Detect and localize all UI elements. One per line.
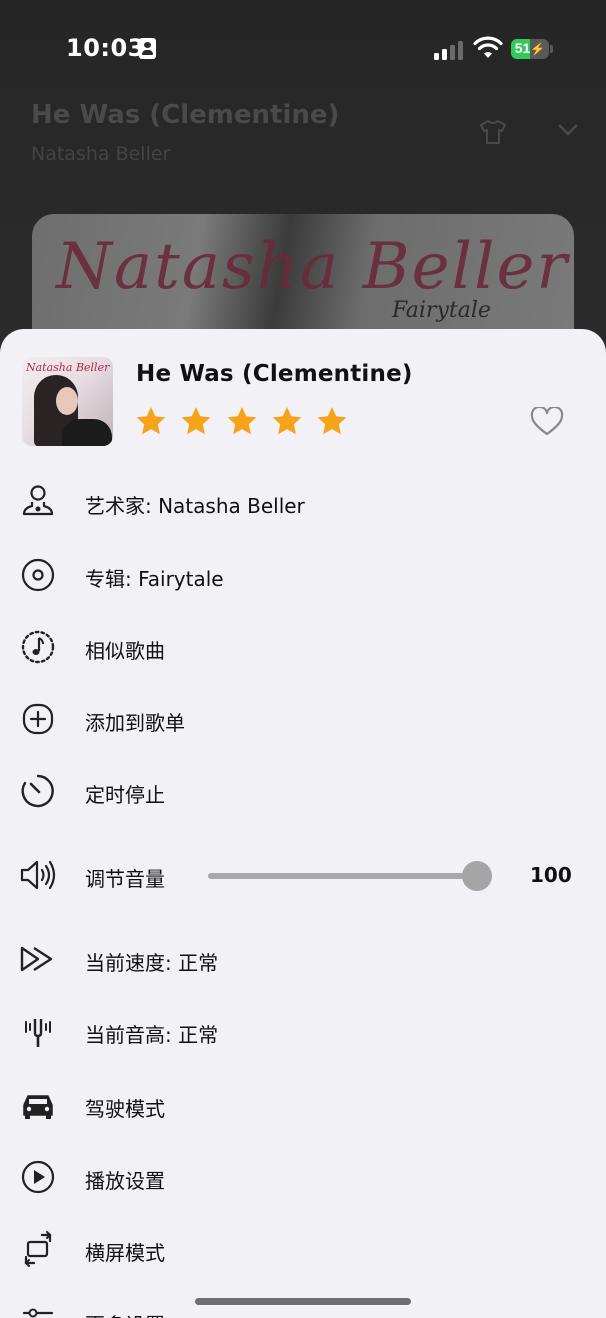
battery-icon: 51⚡ <box>511 39 549 59</box>
add-circle-icon <box>22 703 54 735</box>
driving-mode-row[interactable]: 驾驶模式 <box>0 1075 606 1135</box>
pitch-label: 当前音高: 正常 <box>85 1023 219 1047</box>
status-bar: 10:03 51⚡ <box>0 0 606 96</box>
star-icon[interactable] <box>316 405 348 437</box>
battery-percent: 51 <box>514 40 531 56</box>
rotate-screen-icon <box>24 1231 52 1267</box>
chevron-down-icon <box>558 124 578 136</box>
playback-settings-row[interactable]: 播放设置 <box>0 1147 606 1207</box>
playback-settings-label: 播放设置 <box>85 1169 165 1193</box>
artwork-script-text: Natasha Beller <box>56 230 569 304</box>
song-options-sheet: Natasha Beller He Was (Clementine) 艺术家: … <box>0 329 606 1318</box>
add-to-playlist-row[interactable]: 添加到歌单 <box>0 689 606 749</box>
speed-label: 当前速度: 正常 <box>85 951 219 975</box>
rating-stars[interactable] <box>135 405 361 437</box>
player-artist: Natasha Beller <box>31 143 171 165</box>
volume-row: 调节音量 100 <box>0 845 606 905</box>
tuning-fork-icon <box>25 1019 51 1047</box>
artwork-subtitle: Fairytale <box>392 298 491 323</box>
pitch-row[interactable]: 当前音高: 正常 <box>0 1001 606 1061</box>
speed-row[interactable]: 当前速度: 正常 <box>0 929 606 989</box>
battery-cap <box>550 45 553 53</box>
landscape-mode-row[interactable]: 横屏模式 <box>0 1219 606 1279</box>
music-note-circle-icon <box>21 630 55 664</box>
volume-slider-knob[interactable] <box>461 861 492 891</box>
artist-icon <box>22 485 54 516</box>
add-to-playlist-label: 添加到歌单 <box>85 711 185 735</box>
volume-label: 调节音量 <box>85 867 165 891</box>
car-icon <box>23 1095 53 1119</box>
album-disc-icon <box>21 558 55 592</box>
song-cover-thumbnail: Natasha Beller <box>22 357 113 446</box>
artist-label: 艺术家: Natasha Beller <box>85 494 305 518</box>
heart-icon[interactable] <box>530 407 564 437</box>
landscape-mode-label: 横屏模式 <box>85 1241 165 1265</box>
similar-songs-row[interactable]: 相似歌曲 <box>0 617 606 677</box>
album-row[interactable]: 专辑: Fairytale <box>0 545 606 605</box>
volume-slider-track[interactable] <box>208 873 486 879</box>
sheet-header: Natasha Beller He Was (Clementine) <box>0 329 606 464</box>
artist-row[interactable]: 艺术家: Natasha Beller <box>0 472 606 532</box>
sleep-timer-label: 定时停止 <box>85 783 165 807</box>
timer-icon <box>21 774 54 808</box>
home-indicator[interactable] <box>195 1298 411 1305</box>
volume-value: 100 <box>530 863 572 887</box>
fast-forward-icon <box>20 946 53 972</box>
play-circle-icon <box>21 1160 55 1194</box>
song-title: He Was (Clementine) <box>136 361 413 387</box>
more-settings-label: 更多设置 <box>85 1309 165 1318</box>
star-icon[interactable] <box>271 405 303 437</box>
star-icon[interactable] <box>180 405 212 437</box>
cover-script-text: Natasha Beller <box>26 361 110 374</box>
star-icon[interactable] <box>226 405 258 437</box>
contact-card-icon <box>139 38 156 59</box>
tshirt-icon <box>480 120 506 144</box>
similar-songs-label: 相似歌曲 <box>85 639 165 663</box>
cellular-signal-icon <box>434 40 464 60</box>
player-title: He Was (Clementine) <box>31 100 340 130</box>
wifi-icon <box>473 36 503 58</box>
driving-mode-label: 驾驶模式 <box>85 1097 165 1121</box>
sleep-timer-row[interactable]: 定时停止 <box>0 761 606 821</box>
album-label: 专辑: Fairytale <box>85 567 224 591</box>
status-time: 10:03 <box>66 34 145 62</box>
sliders-icon <box>22 1308 54 1318</box>
volume-icon <box>20 860 56 890</box>
star-icon[interactable] <box>135 405 167 437</box>
